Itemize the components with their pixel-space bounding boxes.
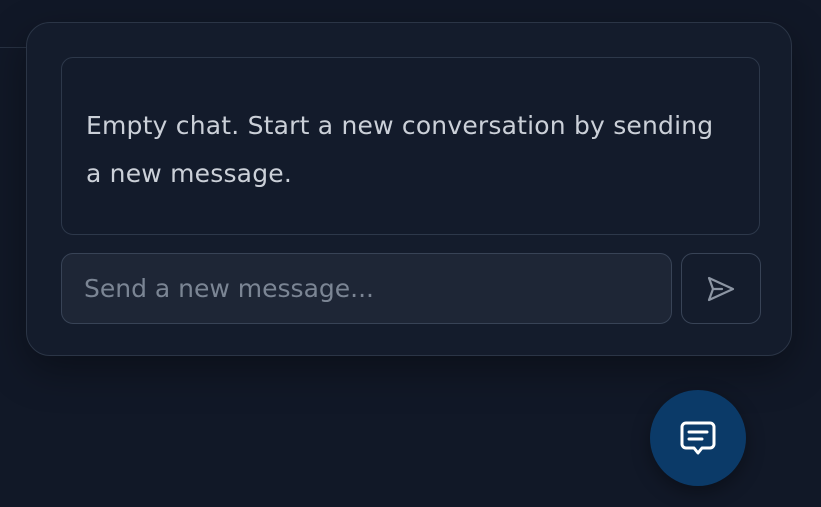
page: Empty chat. Start a new conversation by … [0, 0, 821, 507]
send-button[interactable] [681, 253, 761, 324]
send-icon [706, 275, 736, 303]
empty-chat-message: Empty chat. Start a new conversation by … [86, 111, 714, 188]
message-input[interactable] [61, 253, 672, 324]
chat-panel: Empty chat. Start a new conversation by … [26, 22, 792, 356]
chat-launcher-button[interactable] [650, 390, 746, 486]
chat-bubble-icon [679, 419, 717, 457]
messages-area: Empty chat. Start a new conversation by … [61, 57, 760, 235]
